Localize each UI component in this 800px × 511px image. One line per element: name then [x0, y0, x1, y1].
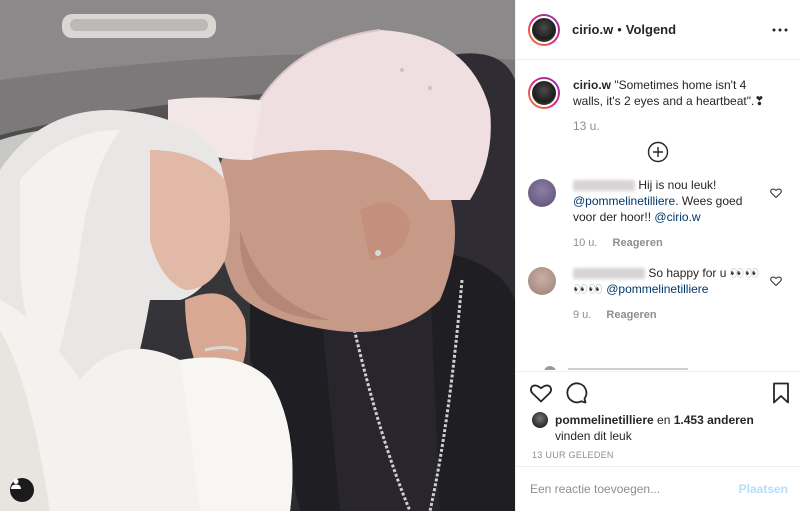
comment-username[interactable]: deasgmxxxxx: [573, 268, 645, 280]
comment-avatar[interactable]: [528, 179, 556, 207]
likes-count[interactable]: 1.453 anderen: [674, 413, 754, 427]
comment-mention[interactable]: @cirio.w: [654, 210, 700, 224]
comment-avatar[interactable]: [528, 267, 556, 295]
like-comment-heart-icon[interactable]: [770, 187, 782, 199]
follow-button[interactable]: Volgend: [626, 22, 676, 37]
author-username[interactable]: cirio.w: [572, 22, 613, 37]
comment-time[interactable]: 9 u.: [573, 309, 591, 321]
comment-mention[interactable]: @pommelinetilliere: [573, 194, 675, 208]
comment-item: ninalggxxxxx Hij is nou leuk! @pommeline…: [516, 177, 800, 251]
user-tag-icon: [11, 479, 21, 489]
likes-connector: en: [657, 413, 671, 427]
add-comment-bar: Plaatsen: [516, 466, 800, 511]
like-comment-heart-icon[interactable]: [770, 275, 782, 287]
header-separator: •: [617, 22, 622, 37]
liker-username[interactable]: pommelinetilliere: [555, 413, 654, 427]
post-sidebar: cirio.w • Volgend cirio.w "Sometimes hom…: [515, 0, 800, 511]
partial-comment-row: [544, 366, 688, 370]
comment-meta: 10 u. Reageren: [573, 235, 763, 251]
comment-icon[interactable]: [564, 381, 588, 405]
comments-list[interactable]: cirio.w "Sometimes home isn't 4 walls, i…: [516, 61, 800, 370]
comment-item: deasgmxxxxx So happy for u 👀👀 👀👀 @pommel…: [516, 265, 800, 323]
post-time-ago[interactable]: 13 UUR GELEDEN: [516, 450, 800, 460]
caption-text: cirio.w "Sometimes home isn't 4 walls, i…: [573, 77, 778, 109]
likes-suffix: vinden dit leuk: [555, 429, 632, 443]
author-avatar[interactable]: [528, 13, 560, 46]
caption-username[interactable]: cirio.w: [573, 78, 611, 92]
plus-circle-icon: [647, 141, 669, 163]
caption: cirio.w "Sometimes home isn't 4 walls, i…: [516, 61, 800, 109]
comment-meta: 9 u. Reageren: [573, 307, 763, 323]
action-icons-row: [516, 372, 800, 412]
post-actions: pommelinetilliere en 1.453 anderen vinde…: [516, 371, 800, 511]
reply-button[interactable]: Reageren: [606, 309, 656, 321]
post-header: cirio.w • Volgend: [516, 0, 800, 60]
more-horizontal-icon[interactable]: [772, 22, 788, 38]
comment-body: ninalggxxxxx Hij is nou leuk! @pommeline…: [573, 177, 763, 251]
comment-time[interactable]: 10 u.: [573, 237, 597, 249]
caption-avatar[interactable]: [528, 77, 560, 109]
load-more-comments-button[interactable]: [516, 141, 800, 165]
reply-button[interactable]: Reageren: [613, 237, 663, 249]
likes-text: pommelinetilliere en 1.453 anderen vinde…: [555, 412, 754, 444]
comment-username[interactable]: ninalggxxxxx: [573, 180, 635, 192]
likes-summary: pommelinetilliere en 1.453 anderen vinde…: [516, 412, 800, 444]
user-tag-button[interactable]: [10, 478, 34, 502]
heart-icon[interactable]: [529, 381, 553, 405]
comment-mention[interactable]: @pommelinetilliere: [606, 282, 708, 296]
bookmark-icon[interactable]: [769, 381, 793, 405]
comment-body: deasgmxxxxx So happy for u 👀👀 👀👀 @pommel…: [573, 265, 763, 323]
caption-time[interactable]: 13 u.: [573, 119, 800, 133]
photo-illustration: [0, 0, 515, 511]
add-comment-input[interactable]: [530, 482, 739, 496]
liker-avatar[interactable]: [532, 412, 548, 428]
post-photo[interactable]: [0, 0, 515, 511]
post-comment-button[interactable]: Plaatsen: [739, 482, 788, 496]
comment-text: Hij is nou leuk!: [638, 178, 717, 192]
